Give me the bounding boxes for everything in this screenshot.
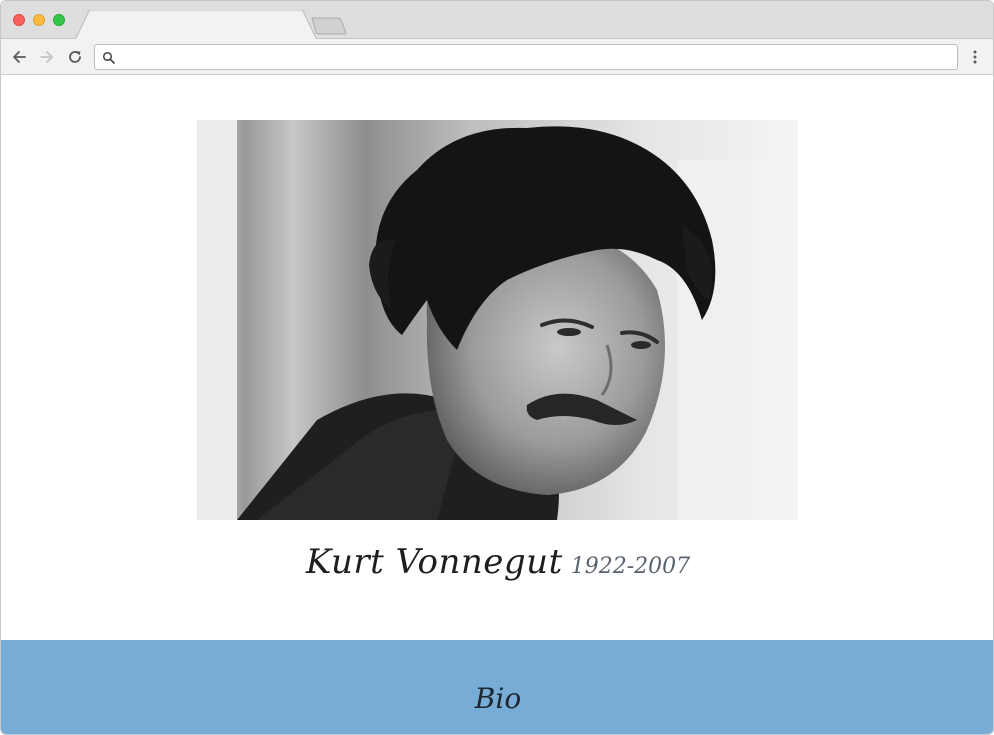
more-vertical-icon	[973, 50, 977, 64]
reload-button[interactable]	[65, 47, 85, 67]
close-window-button[interactable]	[13, 14, 25, 26]
address-bar[interactable]	[94, 44, 958, 70]
author-name: Kurt Vonnegut	[305, 542, 563, 582]
portrait-photo	[197, 120, 798, 520]
browser-window: Kurt Vonnegut 1922-2007 Bio	[0, 0, 994, 735]
tab-strip	[1, 1, 993, 40]
bio-heading: Bio	[474, 682, 522, 715]
arrow-left-icon	[13, 51, 26, 63]
address-input[interactable]	[121, 48, 946, 66]
author-years: 1922-2007	[570, 554, 691, 579]
maximize-window-button[interactable]	[53, 14, 65, 26]
reload-icon	[69, 51, 81, 63]
back-button[interactable]	[9, 47, 29, 67]
author-caption: Kurt Vonnegut 1922-2007	[1, 542, 993, 582]
search-icon	[102, 51, 115, 64]
page-viewport: Kurt Vonnegut 1922-2007 Bio	[1, 76, 993, 734]
browser-toolbar	[1, 39, 993, 75]
arrow-right-icon	[40, 51, 53, 63]
minimize-window-button[interactable]	[33, 14, 45, 26]
active-tab[interactable]	[75, 10, 317, 40]
bio-section: Bio	[1, 640, 993, 734]
forward-button[interactable]	[37, 47, 57, 67]
new-tab-button[interactable]	[311, 17, 347, 35]
browser-menu-button[interactable]	[965, 47, 985, 67]
